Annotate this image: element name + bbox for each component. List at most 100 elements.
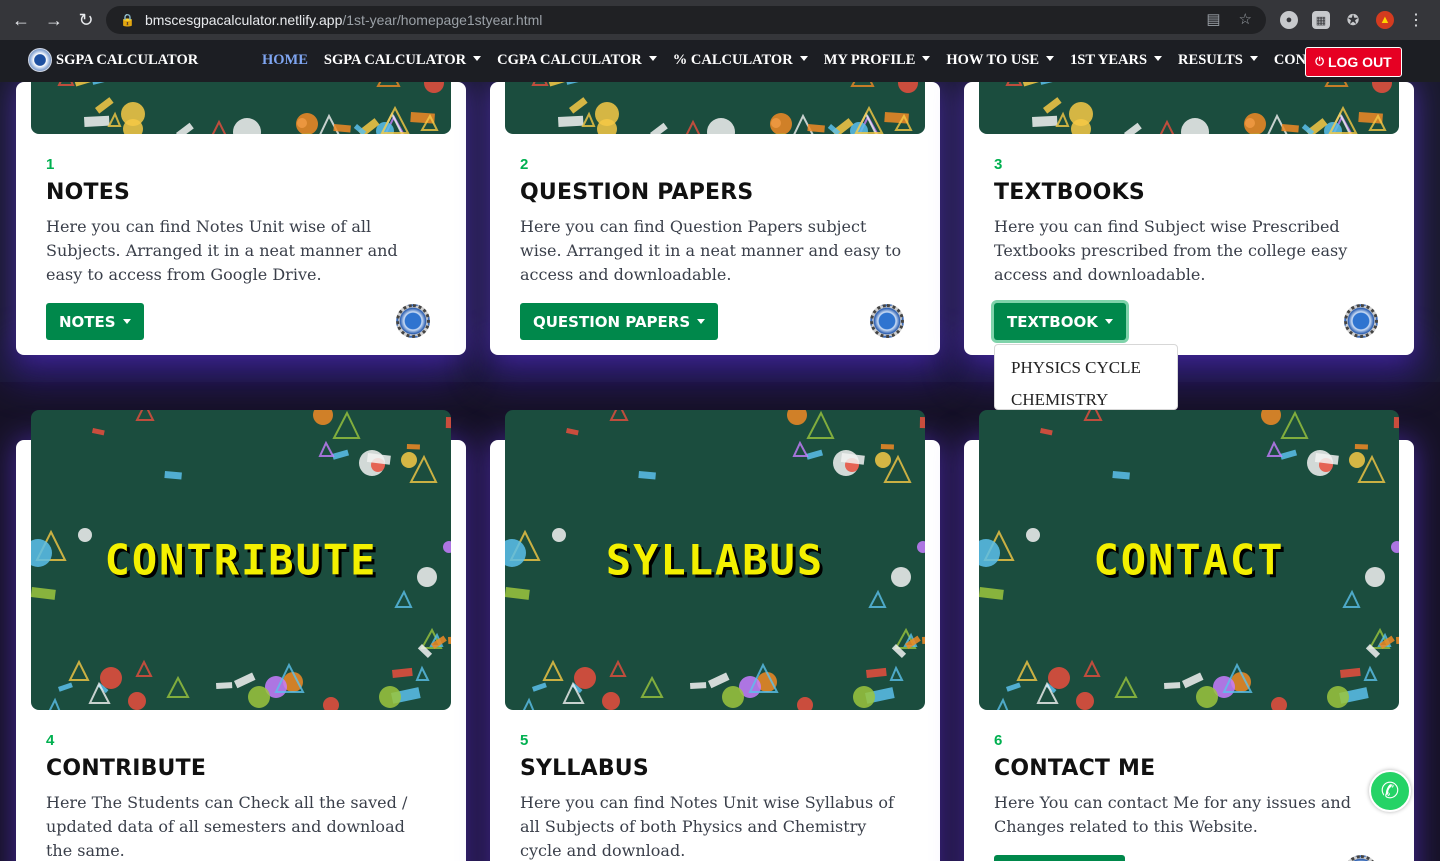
chalkboard-doodles	[505, 82, 925, 134]
card-image	[979, 82, 1399, 134]
card-description: Here you can find Notes Unit wise Syllab…	[520, 793, 894, 860]
compass-logo-icon	[396, 304, 430, 338]
card-title: TEXTBOOKS	[994, 180, 1145, 205]
card-title: SYLLABUS	[520, 756, 649, 781]
textbook-dropdown-menu: PHYSICS CYCLE CHEMISTRY CYCLE	[994, 344, 1178, 410]
nav-item-0[interactable]: HOME	[262, 52, 308, 69]
caret-down-icon	[1104, 319, 1113, 324]
card-description: Here you can find Notes Unit wise of all…	[46, 217, 398, 284]
nav-item-3[interactable]: % CALCULATOR	[673, 52, 808, 69]
card-contact-me: CONTACT 6 CONTACT ME Here You can contact M…	[964, 410, 1414, 861]
chalkboard-doodles	[979, 82, 1399, 134]
nav-item-label: RESULTS	[1178, 52, 1243, 68]
card-banner-text: SYLLABUS	[605, 535, 825, 585]
contact-button[interactable]	[994, 855, 1125, 861]
card-syllabus: SYLLABUS 5 SYLLABUS Here you can find Notes…	[490, 410, 940, 861]
logout-label: LOG OUT	[1327, 54, 1392, 70]
nav-item-label: MY PROFILE	[823, 52, 916, 68]
forward-arrow-icon[interactable]: →	[43, 9, 65, 31]
bookmark-star-icon[interactable]: ☆	[1239, 10, 1252, 28]
nav-item-2[interactable]: CGPA CALCULATOR	[497, 52, 657, 69]
card-banner-text: CONTACT	[1093, 535, 1285, 585]
card-number: 3	[994, 156, 1003, 173]
card-image: CONTRIBUTE	[31, 410, 451, 710]
nav-item-4[interactable]: MY PROFILE	[824, 52, 931, 69]
caret-down-icon	[1154, 56, 1163, 61]
logout-button[interactable]: ⏻ LOG OUT	[1305, 47, 1402, 77]
compass-logo-icon	[870, 304, 904, 338]
button-label: QUESTION PAPERS	[533, 312, 691, 331]
extensions-puzzle-icon[interactable]: ✪	[1344, 11, 1362, 29]
nav-item-label: SGPA CALCULATOR	[323, 52, 467, 68]
caret-down-icon	[122, 319, 131, 324]
nav-item-label: 1ST YEARS	[1070, 52, 1148, 68]
page-content: 1 NOTES Here you can find Notes Unit wise …	[0, 82, 1440, 861]
card-image	[505, 82, 925, 134]
caret-down-icon	[799, 56, 808, 61]
caret-down-icon	[1249, 56, 1258, 61]
nav-item-5[interactable]: HOW TO USE	[946, 52, 1055, 69]
card-title: NOTES	[46, 180, 130, 205]
nav-item-label: CGPA CALCULATOR	[497, 52, 642, 68]
compass-logo-icon	[1344, 304, 1378, 338]
whatsapp-icon[interactable]: ✆	[1369, 770, 1411, 812]
translate-icon[interactable]: ▤	[1206, 10, 1220, 28]
lock-icon: 🔒	[120, 13, 135, 27]
extension-grid-icon[interactable]: ▦	[1312, 11, 1330, 29]
card-number: 4	[46, 732, 55, 749]
card-notes: 1 NOTES Here you can find Notes Unit wise …	[16, 82, 466, 355]
textbook-dropdown-button[interactable]: TEXTBOOK	[994, 303, 1126, 340]
browser-menu-icon[interactable]: ⋮	[1408, 10, 1424, 30]
caret-down-icon	[473, 56, 482, 61]
button-label: NOTES	[59, 312, 116, 331]
nav-menu: HOME SGPA CALCULATOR CGPA CALCULATOR % CALC…	[262, 52, 1361, 69]
card-number: 5	[520, 732, 529, 749]
caret-down-icon	[697, 319, 706, 324]
card-number: 6	[994, 732, 1003, 749]
card-title: CONTACT ME	[994, 756, 1156, 781]
card-image	[31, 82, 451, 134]
extension-compass-icon[interactable]: ●	[1280, 11, 1298, 29]
nav-item-label: HOME	[262, 52, 308, 68]
nav-item-6[interactable]: 1ST YEARS	[1070, 52, 1163, 69]
card-title: QUESTION PAPERS	[520, 180, 754, 205]
card-image: CONTACT	[979, 410, 1399, 710]
brand-text: SGPA CALCULATOR	[56, 51, 199, 68]
browser-toolbar: ← → ↻ 🔒 bmscesgpacalculator.netlify.app /…	[0, 0, 1440, 40]
card-description: Here you can find Question Papers subjec…	[520, 217, 902, 284]
back-arrow-icon[interactable]: ←	[10, 9, 32, 31]
card-banner-text: CONTRIBUTE	[104, 535, 378, 585]
caret-down-icon	[1046, 56, 1055, 61]
card-number: 2	[520, 156, 529, 173]
chalkboard-doodles	[31, 82, 451, 134]
compass-logo-icon	[1344, 855, 1378, 861]
reload-icon[interactable]: ↻	[75, 9, 97, 31]
card-description: Here you can find Subject wise Prescribe…	[994, 217, 1348, 284]
nav-item-label: % CALCULATOR	[672, 52, 793, 68]
caret-down-icon	[648, 56, 657, 61]
nav-item-label: HOW TO USE	[946, 52, 1040, 68]
url-path: /1st-year/homepage1styear.html	[342, 12, 543, 28]
caret-down-icon	[922, 56, 931, 61]
card-question-papers: 2 QUESTION PAPERS Here you can find Questi…	[490, 82, 940, 355]
card-title: CONTRIBUTE	[46, 756, 207, 781]
card-contribute: CONTRIBUTE 4 CONTRIBUTE Here The Students c…	[16, 410, 466, 861]
card-number: 1	[46, 156, 55, 173]
button-label: TEXTBOOK	[1007, 312, 1098, 331]
card-image: SYLLABUS	[505, 410, 925, 710]
nav-item-7[interactable]: RESULTS	[1178, 52, 1258, 69]
url-host: bmscesgpacalculator.netlify.app	[144, 12, 343, 28]
dropdown-item-chemistry-cycle[interactable]: CHEMISTRY CYCLE	[995, 389, 1177, 409]
notes-dropdown-button[interactable]: NOTES	[46, 303, 144, 340]
card-textbooks: 3 TEXTBOOKS Here you can find Subject wise…	[964, 82, 1414, 355]
profile-avatar-icon[interactable]: ▲	[1376, 11, 1394, 29]
card-description: Here You can contact Me for any issues a…	[994, 793, 1351, 836]
brand[interactable]: SGPA CALCULATOR	[28, 48, 198, 72]
question-papers-dropdown-button[interactable]: QUESTION PAPERS	[520, 303, 719, 340]
address-bar[interactable]: 🔒 bmscesgpacalculator.netlify.app/1st-ye…	[106, 6, 1266, 34]
power-icon: ⏻	[1315, 55, 1324, 68]
card-description: Here The Students can Check all the save…	[46, 793, 408, 860]
site-navbar: SGPA CALCULATOR HOME SGPA CALCULATOR CGPA …	[0, 40, 1440, 82]
dropdown-item-physics-cycle[interactable]: PHYSICS CYCLE	[995, 357, 1177, 389]
nav-item-1[interactable]: SGPA CALCULATOR	[323, 52, 482, 69]
